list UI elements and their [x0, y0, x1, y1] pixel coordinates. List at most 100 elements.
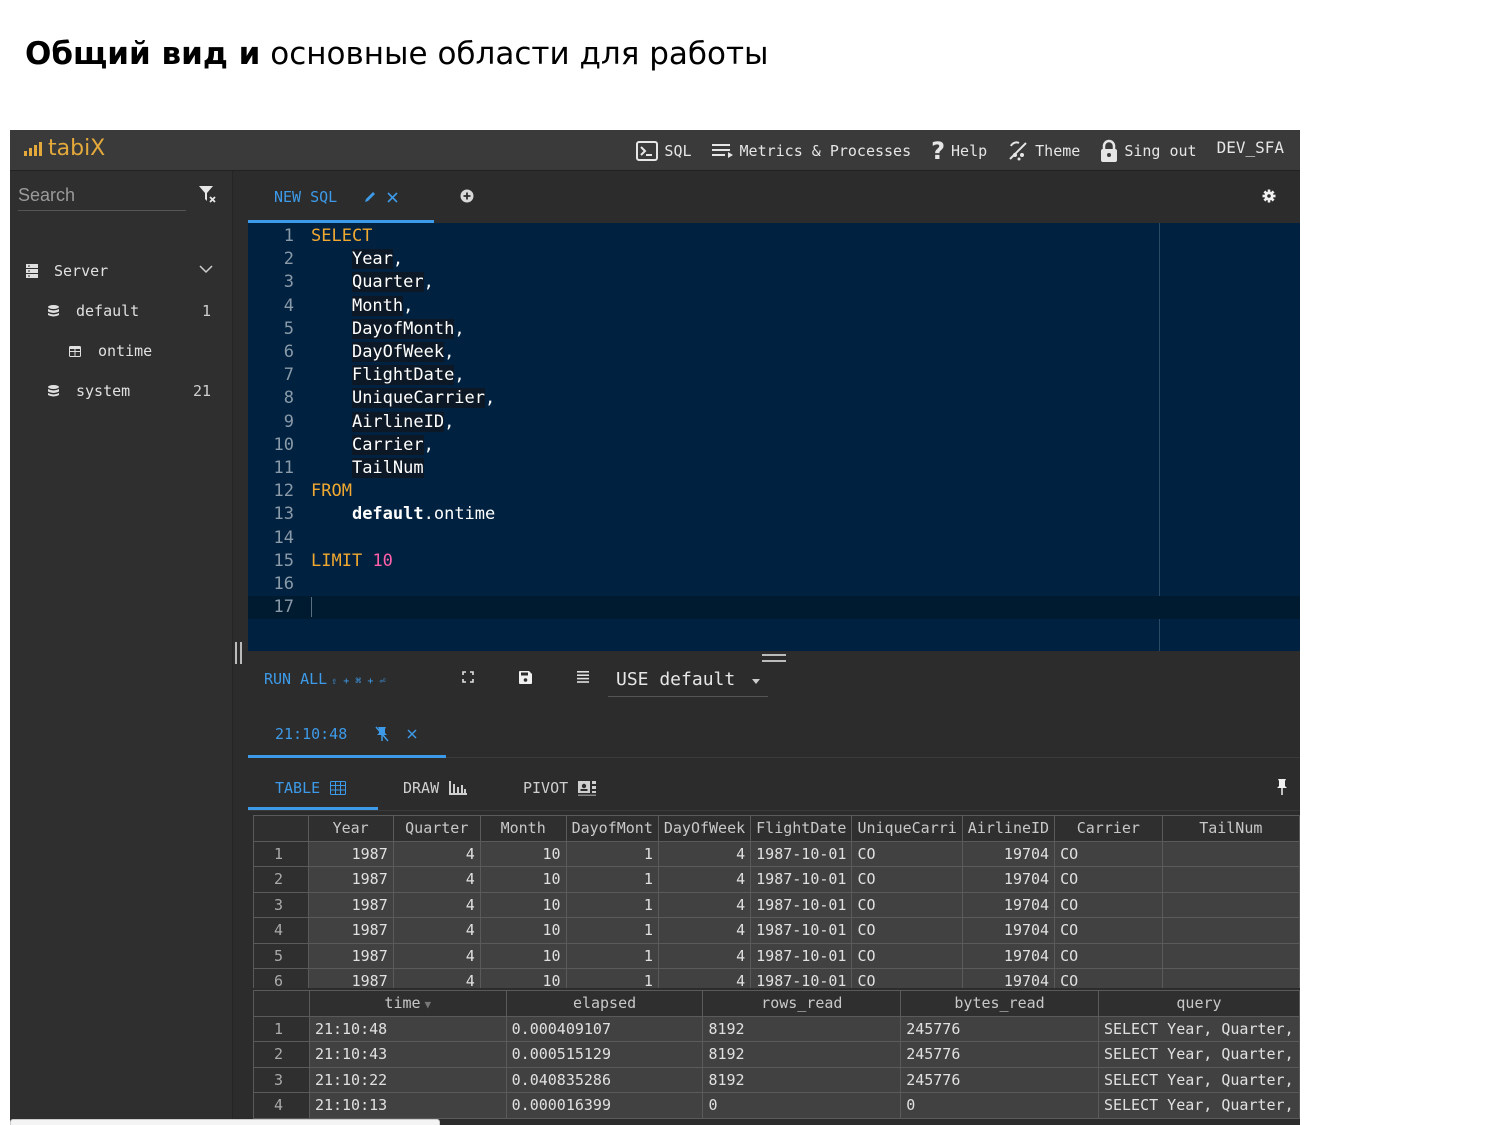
table-cell[interactable]: 0.000016399 [505, 1092, 704, 1119]
table-row[interactable]: 4 21:10:13 0.000016399 0 0 SELECT Year, Quart… [253, 1092, 1300, 1119]
code-line[interactable]: 15 LIMIT 10 [248, 550, 1300, 573]
table-cell[interactable]: 4 [657, 917, 752, 944]
table-cell[interactable]: 1987 [307, 942, 394, 969]
table-cell[interactable]: 4 [392, 840, 481, 867]
table-row[interactable]: 5 1987 4 10 1 4 1987-10-01 CO 19704 CO [253, 942, 1300, 969]
table-cell[interactable]: 245776 [900, 1015, 1099, 1042]
table-cell[interactable]: CO [1054, 840, 1163, 867]
table-cell[interactable]: 0.040835286 [505, 1066, 704, 1093]
table-cell[interactable]: 8192 [702, 1066, 902, 1093]
search-input[interactable] [18, 181, 186, 209]
save-icon[interactable] [519, 671, 532, 684]
format-list-icon[interactable] [577, 671, 589, 683]
table-cell[interactable]: 10 [479, 917, 567, 944]
chevron-down-icon[interactable] [199, 265, 213, 274]
table-cell[interactable]: 1987-10-01 [750, 840, 853, 867]
row-number[interactable]: 2 [253, 1041, 310, 1068]
table-cell[interactable] [1161, 866, 1300, 893]
nav-theme[interactable]: Theme [1007, 140, 1080, 162]
tab-new-sql[interactable]: NEW SQL [248, 171, 434, 223]
code-line[interactable]: 8 UniqueCarrier, [248, 387, 1300, 410]
table-cell[interactable]: SELECT Year, Quarter, [1097, 1066, 1300, 1093]
table-cell[interactable]: SELECT Year, Quarter, [1097, 1092, 1300, 1119]
close-result-icon[interactable] [407, 729, 417, 739]
gear-icon[interactable] [1262, 189, 1276, 203]
table-row[interactable]: 2 1987 4 10 1 4 1987-10-01 CO 19704 CO [253, 866, 1300, 893]
table-cell[interactable]: SELECT Year, Quarter, [1097, 1015, 1300, 1042]
tab-table[interactable]: TABLE [275, 766, 347, 810]
table-cell[interactable]: 4 [657, 866, 752, 893]
column-header[interactable]: elapsed [505, 990, 704, 1017]
code-line[interactable]: 3 Quarter, [248, 271, 1300, 294]
table-cell[interactable]: 1 [565, 917, 659, 944]
logo[interactable]: tabiX [24, 136, 105, 161]
table-cell[interactable]: CO [851, 840, 963, 867]
table-cell[interactable]: 1 [565, 840, 659, 867]
table-cell[interactable]: CO [851, 891, 963, 918]
table-cell[interactable]: 21:10:22 [308, 1066, 507, 1093]
code-line[interactable]: 4 Month, [248, 295, 1300, 318]
table-cell[interactable]: 4 [392, 942, 481, 969]
tab-draw[interactable]: DRAW [403, 766, 468, 810]
table-cell[interactable]: 8192 [702, 1015, 902, 1042]
table-cell[interactable]: 19704 [961, 968, 1056, 988]
column-header[interactable]: bytes_read [900, 990, 1099, 1017]
user-label[interactable]: DEV_SFA [1217, 138, 1284, 157]
row-number[interactable]: 6 [253, 968, 309, 988]
column-header[interactable]: time ▼ [308, 990, 507, 1017]
table-row[interactable]: 2 21:10:43 0.000515129 8192 245776 SELECT Yea… [253, 1041, 1300, 1068]
column-header[interactable]: DayOfWeek [657, 815, 752, 842]
pencil-icon[interactable] [363, 190, 377, 204]
table-cell[interactable]: SELECT Year, Quarter, [1097, 1041, 1300, 1068]
code-line[interactable]: 11 TailNum [248, 457, 1300, 480]
row-number-header[interactable] [253, 815, 309, 842]
row-number[interactable]: 3 [253, 1066, 310, 1093]
table-cell[interactable]: 4 [392, 968, 481, 988]
table-cell[interactable]: 4 [392, 891, 481, 918]
table-cell[interactable]: 245776 [900, 1066, 1099, 1093]
row-number[interactable]: 4 [253, 917, 309, 944]
table-cell[interactable]: 4 [657, 942, 752, 969]
table-cell[interactable] [1161, 942, 1300, 969]
code-line[interactable]: 17 [248, 596, 1300, 620]
sort-desc-icon[interactable]: ▼ [425, 998, 432, 1011]
run-all-button[interactable]: RUN ALL ⇧ + ⌘ + ⏎ [264, 670, 385, 688]
table-cell[interactable] [1161, 917, 1300, 944]
column-header[interactable]: rows_read [702, 990, 902, 1017]
column-header[interactable]: Carrier [1054, 815, 1163, 842]
code-line[interactable]: 1 SELECT [248, 225, 1300, 248]
table-cell[interactable]: 1 [565, 968, 659, 988]
table-cell[interactable]: 10 [479, 891, 567, 918]
column-header[interactable]: FlightDate [750, 815, 853, 842]
sql-code-editor[interactable]: 1 SELECT 2 Year, 3 Quarter, 4 Month, 5 DayofM… [248, 223, 1300, 651]
table-cell[interactable]: CO [851, 968, 963, 988]
row-number[interactable]: 4 [253, 1092, 310, 1119]
database-select[interactable]: USE default [608, 663, 768, 697]
table-cell[interactable]: 0.000409107 [505, 1015, 704, 1042]
table-cell[interactable]: CO [1054, 891, 1163, 918]
table-cell[interactable]: 10 [479, 866, 567, 893]
code-line[interactable]: 10 Carrier, [248, 434, 1300, 457]
table-cell[interactable]: CO [1054, 942, 1163, 969]
table-cell[interactable]: 0.000515129 [505, 1041, 704, 1068]
result-tab[interactable]: 21:10:48 [248, 710, 446, 758]
table-cell[interactable]: 1 [565, 891, 659, 918]
tree-item-system[interactable]: system 21 [10, 371, 233, 411]
add-tab-icon[interactable] [460, 189, 474, 203]
table-cell[interactable]: 19704 [961, 840, 1056, 867]
table-row[interactable]: 4 1987 4 10 1 4 1987-10-01 CO 19704 CO [253, 917, 1300, 944]
code-line[interactable]: 2 Year, [248, 248, 1300, 271]
table-cell[interactable]: 4 [392, 917, 481, 944]
table-cell[interactable]: 1987-10-01 [750, 866, 853, 893]
row-number-header[interactable] [253, 990, 310, 1017]
table-cell[interactable]: 10 [479, 840, 567, 867]
nav-signout[interactable]: Sing out [1100, 139, 1197, 163]
column-header[interactable]: AirlineID [961, 815, 1056, 842]
table-cell[interactable]: 1987 [307, 866, 394, 893]
code-line[interactable]: 7 FlightDate, [248, 364, 1300, 387]
table-cell[interactable]: 1987 [307, 917, 394, 944]
table-cell[interactable]: 10 [479, 942, 567, 969]
nav-sql[interactable]: SQL [636, 140, 692, 161]
clear-filter-icon[interactable] [198, 185, 216, 203]
table-cell[interactable]: 21:10:48 [308, 1015, 507, 1042]
